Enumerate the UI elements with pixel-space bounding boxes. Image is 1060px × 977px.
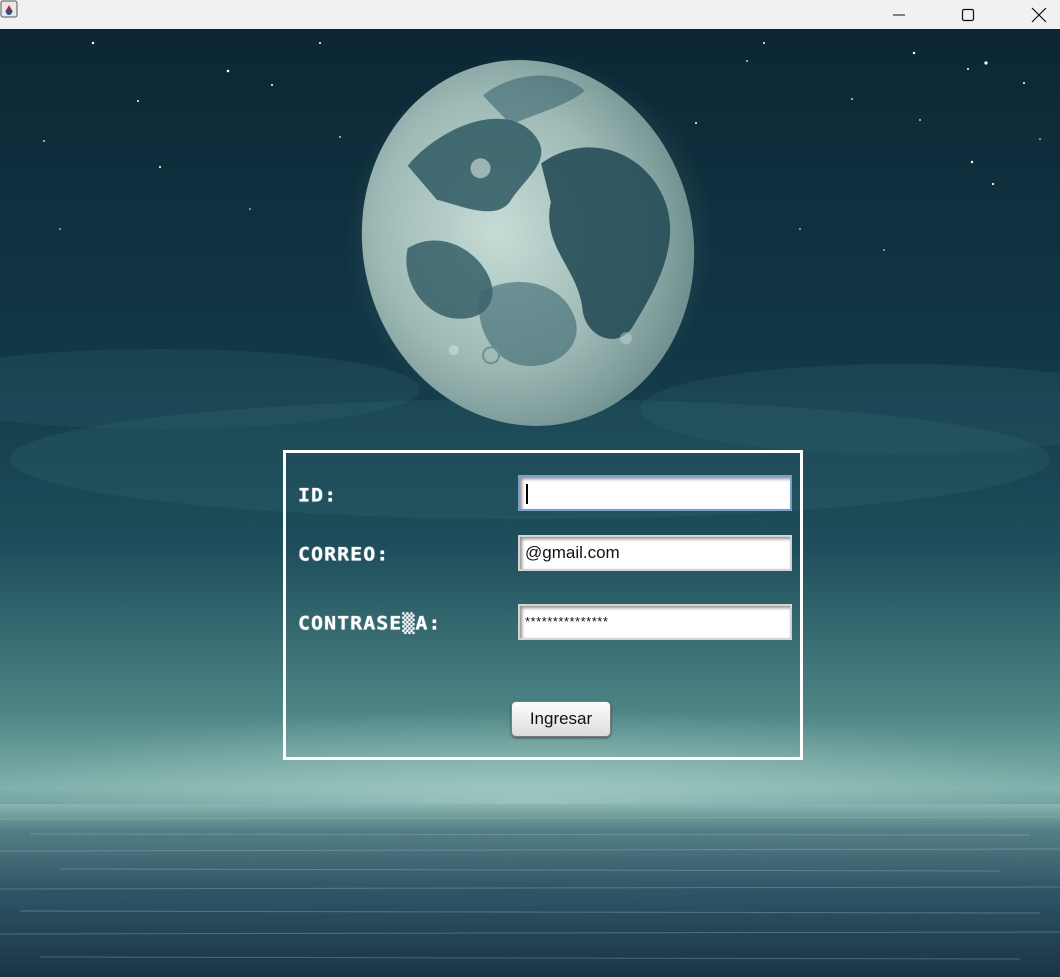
minimize-icon [893, 14, 905, 15]
maximize-button[interactable] [945, 0, 991, 29]
email-field-value: @gmail.com [525, 543, 620, 562]
password-field-value: *************** [525, 614, 609, 629]
password-label: CONTRASE▒A: [298, 611, 442, 635]
close-button[interactable] [1016, 0, 1060, 29]
close-icon [1031, 7, 1047, 22]
login-window: ID: CORREO: CONTRASE▒A: @gmail.com *****… [0, 0, 1060, 977]
id-label: ID: [298, 483, 338, 507]
maximize-icon [961, 8, 975, 21]
java-app-icon [0, 0, 18, 18]
minimize-button[interactable] [876, 0, 922, 29]
login-panel: ID: CORREO: CONTRASE▒A: @gmail.com *****… [283, 450, 803, 760]
id-input[interactable] [518, 475, 792, 511]
text-cursor [526, 484, 528, 504]
title-bar [0, 0, 1060, 29]
email-field[interactable]: @gmail.com [518, 535, 792, 571]
correo-label: CORREO: [298, 542, 390, 566]
password-field[interactable]: *************** [518, 604, 792, 640]
ingresar-button[interactable]: Ingresar [511, 701, 611, 737]
